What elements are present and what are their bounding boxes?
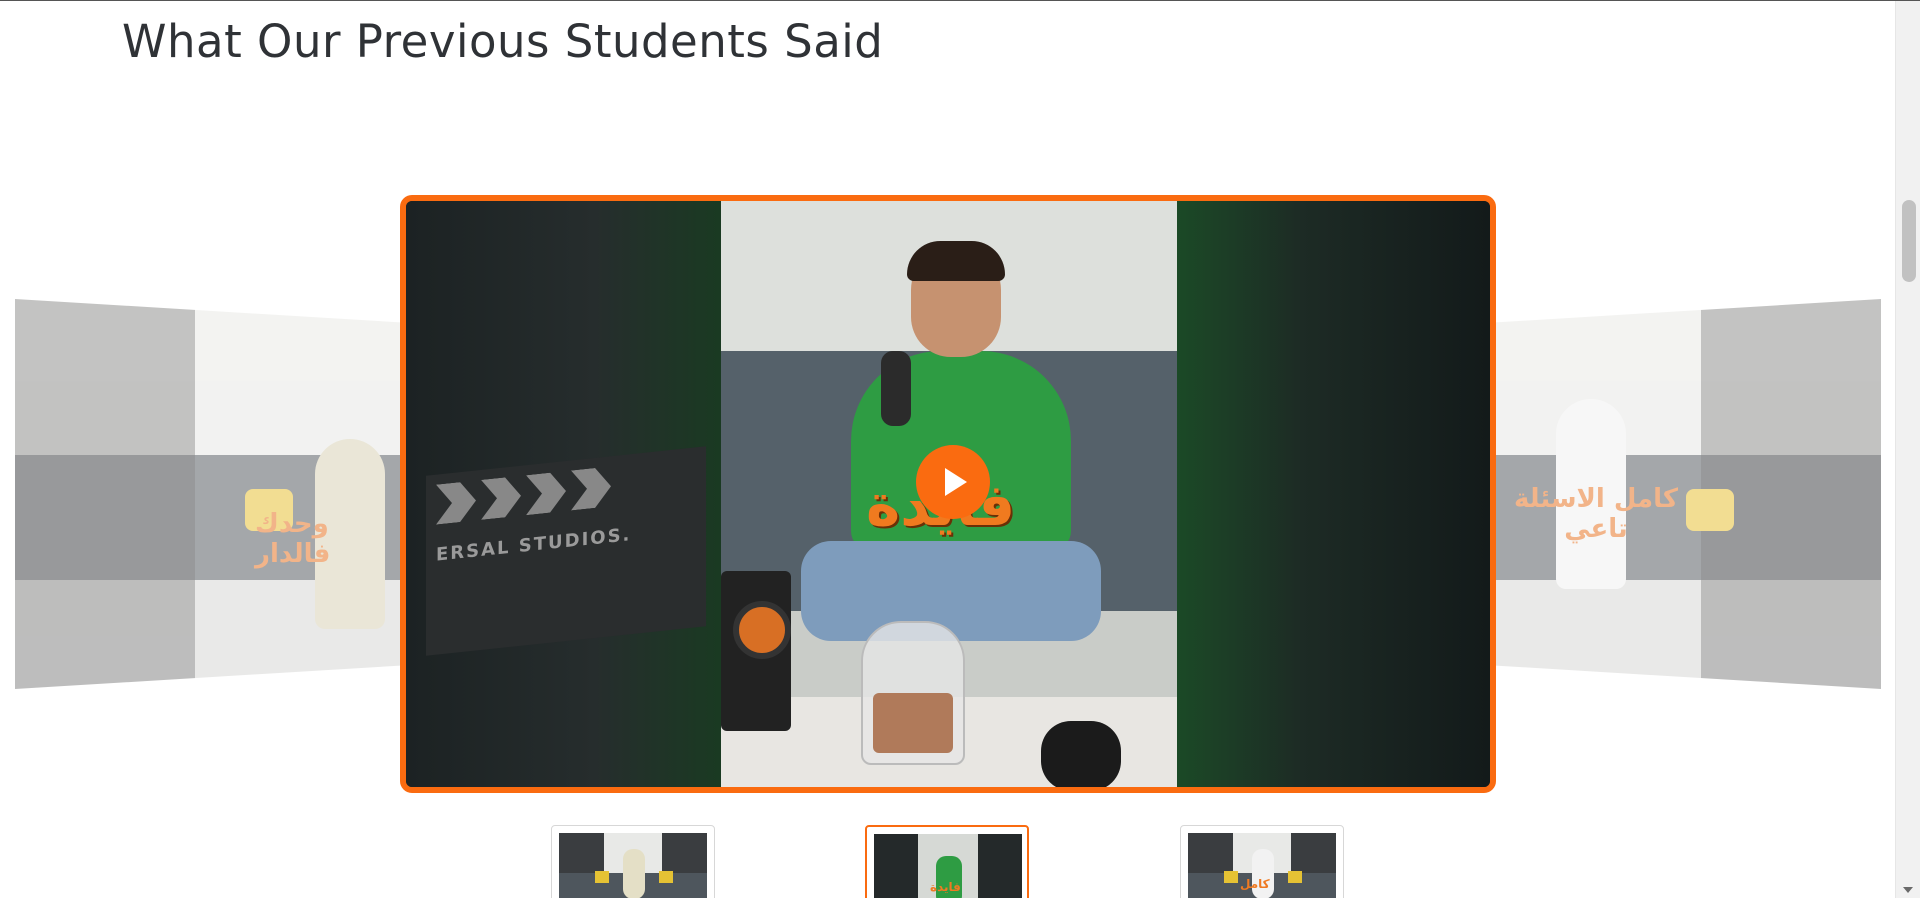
scroll-down-arrow-icon[interactable] <box>1903 887 1913 893</box>
play-button[interactable] <box>916 445 990 519</box>
thumbnail-overlay-text: كامل <box>1240 877 1270 891</box>
carousel-slide-prev[interactable]: وحدك فالدار <box>15 299 400 689</box>
video-thumbnail-3[interactable]: كامل <box>1180 825 1344 898</box>
testimonials-page: What Our Previous Students Said وحدك فال… <box>0 0 1920 898</box>
main-video-player[interactable]: ERSAL STUDIOS. فايدة <box>400 195 1496 793</box>
play-icon <box>945 468 967 496</box>
clapper-text: ERSAL STUDIOS. <box>436 524 632 566</box>
slide-overlay-text: كامل الاسئلة تاعي <box>1513 484 1679 544</box>
slide-overlay-text: وحدك فالدار <box>255 509 331 569</box>
page-scrollbar[interactable] <box>1895 1 1920 898</box>
section-title: What Our Previous Students Said <box>122 15 884 68</box>
video-thumbnail-2[interactable]: فايدة <box>865 825 1029 898</box>
carousel-slide-next[interactable]: كامل الاسئلة تاعي <box>1496 299 1881 689</box>
thumbnail-overlay-text: فايدة <box>930 880 961 894</box>
slide-thumbnail-image: كامل الاسئلة تاعي <box>1496 299 1881 689</box>
clapperboard-image: ERSAL STUDIOS. <box>426 446 706 656</box>
scrollbar-thumb[interactable] <box>1902 200 1916 282</box>
slide-thumbnail-image: وحدك فالدار <box>15 299 400 689</box>
video-thumbnail-1[interactable] <box>551 825 715 898</box>
